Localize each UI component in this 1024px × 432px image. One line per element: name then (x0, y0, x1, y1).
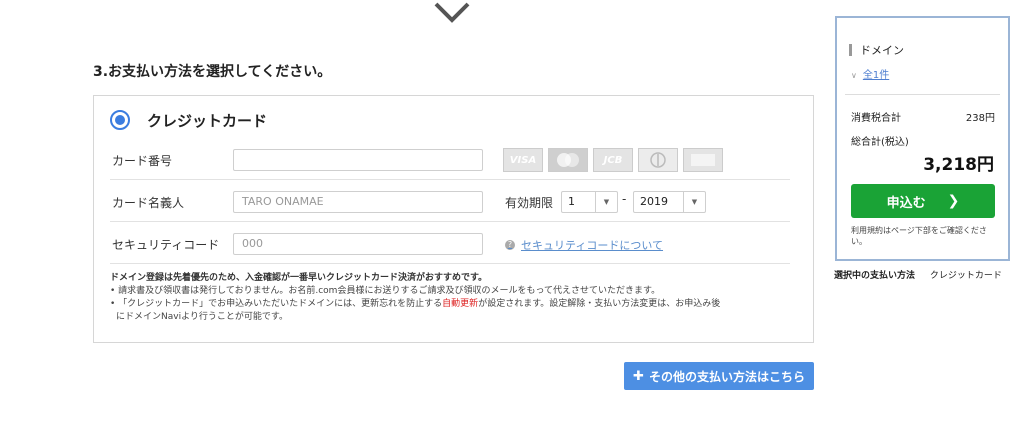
security-code-input[interactable]: 000 (233, 233, 483, 255)
payment-method-box: クレジットカード カード番号 VISA JCB カード名義人 TARO ONAM… (93, 95, 814, 343)
apply-button-label: 申込む (886, 195, 926, 211)
chevron-right-icon: ❯ (947, 193, 960, 209)
expiry-month-select[interactable]: 1 ▼ (561, 191, 618, 213)
visa-logo: VISA (503, 148, 543, 172)
page-title: 3.お支払い方法を選択してください。 (93, 64, 332, 80)
notes-lead: ドメイン登録は先着優先のため、入金確認が一番早いクレジットカード決済がおすすめで… (110, 273, 488, 283)
auto-renew-text: 自動更新 (442, 299, 479, 309)
security-code-row: セキュリティコード 000 ? セキュリティコードについて (110, 224, 790, 264)
total-value: 3,218円 (923, 155, 994, 175)
summary-heading-text: ドメイン (860, 44, 904, 57)
payment-notes: ドメイン登録は先着優先のため、入金確認が一番早いクレジットカード決済がおすすめで… (110, 272, 800, 324)
card-number-row: カード番号 VISA JCB (110, 140, 790, 180)
selected-payment-method: 選択中の支払い方法 クレジットカード (834, 268, 1002, 281)
selected-method-value: クレジットカード (929, 271, 1002, 281)
notes-line-2: • 「クレジットカード」でお申込みいただいたドメインには、更新忘れを防止する自動… (110, 299, 721, 309)
tax-row: 消費税合計 238円 (851, 109, 995, 124)
terms-note: 利用規約はページ下部をご確認ください。 (851, 226, 987, 246)
expiry-year-value: 2019 (640, 195, 668, 208)
jcb-logo: JCB (593, 148, 633, 172)
order-summary-panel: ドメイン ∨ 全1件 消費税合計 238円 総合計(税込) 3,218円 申込む … (835, 16, 1010, 261)
notes-line-1: • 請求書及び領収書は発行しておりません。お名前.com会員様にお送りするご請求… (110, 286, 661, 296)
chevron-down-icon (434, 2, 470, 23)
radio-button[interactable] (110, 110, 130, 130)
expiry-label: 有効期限 (505, 196, 554, 210)
dropdown-arrow-icon: ▼ (683, 192, 705, 212)
card-holder-input[interactable]: TARO ONAMAE (233, 191, 483, 213)
dropdown-arrow-icon: ▼ (595, 192, 617, 212)
diners-logo (638, 148, 678, 172)
total-label: 総合計(税込) (851, 137, 909, 148)
card-holder-label: カード名義人 (112, 196, 185, 210)
card-number-label: カード番号 (112, 154, 173, 168)
apply-button[interactable]: 申込む ❯ (851, 184, 995, 218)
card-brand-logos: VISA JCB (503, 148, 728, 172)
radio-selected-dot (115, 115, 125, 125)
expiry-separator: - (622, 192, 627, 206)
summary-heading: ドメイン (849, 42, 904, 58)
amex-logo (683, 148, 723, 172)
domain-count-link[interactable]: 全1件 (863, 70, 889, 81)
plus-icon: ✚ (633, 368, 644, 384)
tax-label: 消費税合計 (851, 113, 901, 124)
other-payment-methods-button[interactable]: ✚ その他の支払い方法はこちら (624, 362, 814, 390)
tax-value: 238円 (965, 113, 995, 124)
heading-bar (849, 44, 852, 56)
question-icon: ? (505, 240, 515, 250)
expiry-month-value: 1 (568, 195, 575, 208)
card-holder-row: カード名義人 TARO ONAMAE 有効期限 1 ▼ - 2019 ▼ (110, 182, 790, 222)
chevron-down-icon: ∨ (851, 71, 857, 80)
selected-method-label: 選択中の支払い方法 (834, 271, 916, 281)
credit-card-option-label: クレジットカード (147, 111, 268, 130)
security-code-label: セキュリティコード (112, 238, 220, 252)
expiry-year-select[interactable]: 2019 ▼ (633, 191, 706, 213)
security-code-help-link[interactable]: ? セキュリティコードについて (505, 237, 663, 253)
security-code-help-text: セキュリティコードについて (521, 239, 664, 252)
other-payment-methods-label: その他の支払い方法はこちら (648, 369, 805, 384)
notes-line-3: にドメインNaviより行うことが可能です。 (116, 312, 288, 322)
card-number-input[interactable] (233, 149, 483, 171)
summary-divider (845, 94, 1000, 95)
domain-count-toggle[interactable]: ∨ 全1件 (851, 66, 889, 81)
credit-card-option[interactable]: クレジットカード (110, 108, 267, 132)
mastercard-logo (548, 148, 588, 172)
